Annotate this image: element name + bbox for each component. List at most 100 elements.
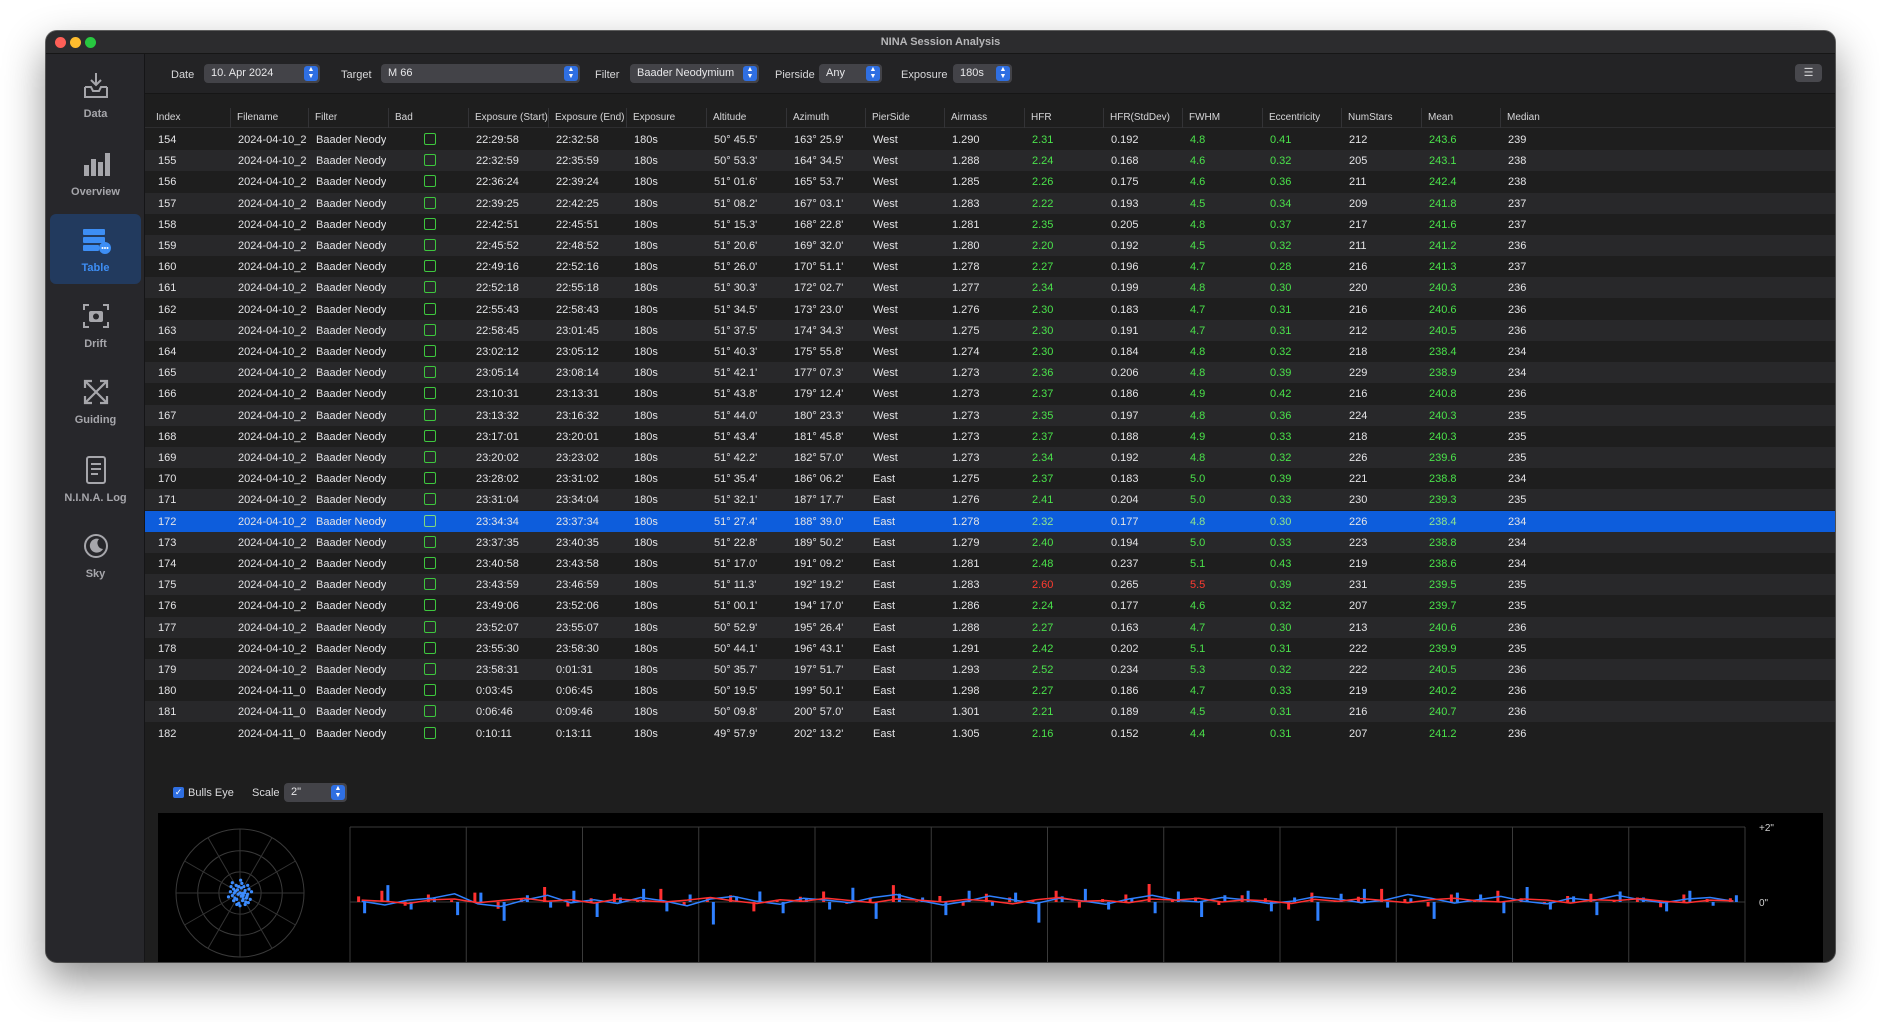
table-row[interactable]: 182 2024-04-11_0... Baader Neody... 0:10:11…: [145, 723, 1835, 744]
table-row[interactable]: 158 2024-04-10_2... Baader Neody... 22:42:5…: [145, 214, 1835, 235]
sidebar-item-sky[interactable]: Sky: [50, 520, 141, 590]
column-header[interactable]: Altitude: [706, 108, 786, 128]
table-row[interactable]: 180 2024-04-11_0... Baader Neody... 0:03:45…: [145, 680, 1835, 701]
column-header[interactable]: Azimuth: [786, 108, 865, 128]
table-row[interactable]: 172 2024-04-10_2... Baader Neody... 23:34:3…: [145, 510, 1835, 532]
table-cell: 180s: [634, 303, 658, 316]
bulls-eye-point: [245, 894, 249, 898]
date-picker[interactable]: 10. Apr 2024 ▲ ▼: [204, 64, 320, 83]
table-row[interactable]: 170 2024-04-10_2... Baader Neody... 23:28:0…: [145, 468, 1835, 489]
bad-checkbox[interactable]: [424, 535, 436, 548]
column-header[interactable]: Filter: [308, 108, 388, 128]
bulls-eye-checkbox[interactable]: ✓: [173, 787, 184, 798]
table-row[interactable]: 167 2024-04-10_2... Baader Neody... 23:13:3…: [145, 404, 1835, 426]
column-header[interactable]: NumStars: [1341, 108, 1421, 128]
sidebar-item-guiding[interactable]: Guiding: [50, 366, 141, 436]
column-header[interactable]: Exposure (End): [548, 108, 626, 128]
table-row[interactable]: 168 2024-04-10_2... Baader Neody... 23:17:0…: [145, 426, 1835, 447]
exposure-select[interactable]: 180s ▲ ▼: [953, 64, 1012, 83]
table-row[interactable]: 160 2024-04-10_2... Baader Neody... 22:49:1…: [145, 256, 1835, 277]
pierside-select[interactable]: Any ▲ ▼: [819, 64, 882, 83]
column-header[interactable]: Exposure (Start): [468, 108, 548, 128]
bad-checkbox[interactable]: [424, 578, 436, 591]
sidebar-item-overview[interactable]: Overview: [50, 138, 141, 208]
bad-checkbox[interactable]: [424, 217, 436, 230]
bad-checkbox[interactable]: [424, 641, 436, 654]
bad-checkbox[interactable]: [424, 323, 436, 336]
bad-checkbox[interactable]: [424, 726, 436, 739]
bad-checkbox[interactable]: [424, 239, 436, 251]
column-header[interactable]: Exposure: [626, 108, 706, 128]
column-header[interactable]: Bad: [388, 108, 468, 128]
bad-checkbox[interactable]: [424, 281, 436, 294]
bad-checkbox[interactable]: [424, 493, 436, 506]
bad-checkbox[interactable]: [424, 154, 436, 167]
table-row[interactable]: 171 2024-04-10_2... Baader Neody... 23:31:0…: [145, 489, 1835, 511]
table-row[interactable]: 169 2024-04-10_2... Baader Neody... 23:20:0…: [145, 447, 1835, 468]
table-row[interactable]: 157 2024-04-10_2... Baader Neody... 22:39:2…: [145, 192, 1835, 214]
bad-checkbox[interactable]: [424, 345, 436, 357]
table-row[interactable]: 174 2024-04-10_2... Baader Neody... 23:40:5…: [145, 553, 1835, 574]
bad-checkbox[interactable]: [424, 705, 436, 718]
bad-checkbox[interactable]: [424, 684, 436, 697]
filter-select[interactable]: Baader Neodymium ▲ ▼: [630, 64, 759, 83]
table-row[interactable]: 165 2024-04-10_2... Baader Neody... 23:05:1…: [145, 362, 1835, 384]
table-row[interactable]: 162 2024-04-10_2... Baader Neody... 22:55:4…: [145, 299, 1835, 320]
table-row[interactable]: 176 2024-04-10_2... Baader Neody... 23:49:0…: [145, 595, 1835, 616]
bad-checkbox[interactable]: [424, 429, 436, 442]
column-header[interactable]: Mean: [1421, 108, 1500, 128]
bad-checkbox[interactable]: [424, 387, 436, 400]
bad-checkbox[interactable]: [424, 599, 436, 612]
bulls-eye-point: [228, 890, 232, 894]
table-row[interactable]: 156 2024-04-10_2... Baader Neody... 22:36:2…: [145, 171, 1835, 192]
bad-checkbox[interactable]: [424, 408, 436, 421]
bad-checkbox[interactable]: [424, 366, 436, 379]
table-row[interactable]: 178 2024-04-10_2... Baader Neody... 23:55:3…: [145, 638, 1835, 659]
target-select[interactable]: M 66 ▲ ▼: [381, 64, 580, 83]
bad-checkbox[interactable]: [424, 472, 436, 485]
sidebar-item-nina-log[interactable]: N.I.N.A. Log: [50, 444, 141, 514]
sidebar-item-drift[interactable]: Drift: [50, 290, 141, 360]
correction-bar: [473, 892, 477, 902]
bad-checkbox[interactable]: [424, 260, 436, 273]
table-cell: 234: [1508, 367, 1527, 380]
column-header[interactable]: HFR(StdDev): [1103, 108, 1182, 128]
column-header[interactable]: FWHM: [1182, 108, 1262, 128]
sidebar-item-data[interactable]: Data: [50, 60, 141, 130]
column-header[interactable]: Filename: [230, 108, 308, 128]
bad-checkbox[interactable]: [424, 620, 436, 633]
bad-checkbox[interactable]: [424, 196, 436, 209]
table-row[interactable]: 166 2024-04-10_2... Baader Neody... 23:10:3…: [145, 383, 1835, 404]
column-header[interactable]: PierSide: [865, 108, 944, 128]
table-row[interactable]: 161 2024-04-10_2... Baader Neody... 22:52:1…: [145, 277, 1835, 299]
bad-checkbox[interactable]: [424, 175, 436, 188]
table-row[interactable]: 155 2024-04-10_2... Baader Neody... 22:32:5…: [145, 150, 1835, 172]
table-row[interactable]: 175 2024-04-10_2... Baader Neody... 23:43:5…: [145, 574, 1835, 596]
table-row[interactable]: 164 2024-04-10_2... Baader Neody... 23:02:1…: [145, 341, 1835, 362]
scale-select[interactable]: 2" ▲ ▼: [284, 783, 347, 802]
column-header[interactable]: Airmass: [944, 108, 1024, 128]
table-row[interactable]: 181 2024-04-11_0... Baader Neody... 0:06:46…: [145, 701, 1835, 723]
column-header[interactable]: Median: [1500, 108, 1585, 128]
table-cell: 50° 09.8': [714, 706, 758, 719]
table-row[interactable]: 179 2024-04-10_2... Baader Neody... 23:58:3…: [145, 659, 1835, 680]
column-header[interactable]: HFR: [1024, 108, 1103, 128]
column-header[interactable]: Eccentricity: [1262, 108, 1341, 128]
table-cell: 22:32:59: [476, 155, 519, 168]
table-cell: Baader Neody...: [316, 452, 386, 464]
sidebar-item-table[interactable]: Table: [50, 214, 141, 284]
column-options-button[interactable]: ☰: [1795, 64, 1822, 82]
table-row[interactable]: 159 2024-04-10_2... Baader Neody... 22:45:5…: [145, 235, 1835, 256]
bad-checkbox[interactable]: [424, 133, 436, 145]
bad-checkbox[interactable]: [424, 451, 436, 463]
bad-checkbox[interactable]: [424, 514, 436, 527]
table-cell: 239.9: [1429, 642, 1457, 655]
table-row[interactable]: 163 2024-04-10_2... Baader Neody... 22:58:4…: [145, 319, 1835, 341]
bad-checkbox[interactable]: [424, 557, 436, 569]
table-row[interactable]: 173 2024-04-10_2... Baader Neody... 23:37:3…: [145, 531, 1835, 553]
table-row[interactable]: 177 2024-04-10_2... Baader Neody... 23:52:0…: [145, 616, 1835, 638]
bad-checkbox[interactable]: [424, 302, 436, 315]
table-row[interactable]: 154 2024-04-10_2... Baader Neody... 22:29:5…: [145, 129, 1835, 150]
bad-checkbox[interactable]: [424, 663, 436, 675]
column-header[interactable]: Index: [150, 108, 230, 128]
